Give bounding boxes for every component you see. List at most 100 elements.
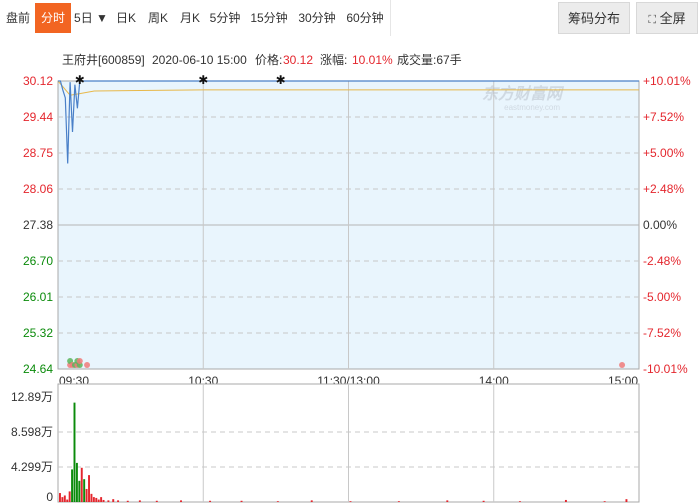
volume-bar — [310, 500, 313, 502]
volume-bar — [446, 500, 449, 502]
trade-signal-dot — [74, 362, 81, 368]
volume-bar — [518, 501, 521, 502]
percent-axis-tick: +7.52% — [643, 110, 684, 124]
volume-bar — [117, 500, 120, 502]
volume-bar — [155, 500, 158, 502]
time-axis-tick: 15:00 — [608, 374, 638, 388]
volume-axis-tick: 0 — [46, 490, 53, 503]
fullscreen-button[interactable]: ⛶ 全屏 — [636, 2, 698, 34]
percent-axis-tick: -10.01% — [643, 362, 688, 376]
tab-monthly-k[interactable]: 月K — [175, 3, 205, 33]
price-axis-tick: 28.75 — [23, 146, 53, 160]
volume-bar — [80, 467, 83, 502]
fullscreen-icon: ⛶ — [648, 14, 657, 26]
volume-bar — [68, 491, 71, 502]
price-axis-tick: 26.01 — [23, 290, 53, 304]
price-axis-tick: 25.32 — [23, 326, 53, 340]
volume-bar — [482, 500, 485, 502]
volume-plot-area — [57, 383, 640, 503]
volume-bar — [180, 500, 182, 502]
volume-bar — [97, 499, 100, 502]
volume-bar — [71, 469, 74, 502]
trade-signal-dot — [69, 362, 76, 368]
price-axis-tick: 30.12 — [23, 74, 53, 88]
trade-signal-dot — [76, 362, 83, 368]
tab-daily-k[interactable]: 日K — [112, 3, 140, 33]
tab-60-min[interactable]: 60分钟 — [343, 3, 387, 33]
fullscreen-label: 全屏 — [659, 11, 686, 26]
volume-bar — [66, 499, 69, 502]
tab-5-day[interactable]: 5日 ▼ — [72, 3, 110, 33]
stock-name: 王府井[600859] — [62, 53, 145, 67]
tab-weekly-k[interactable]: 周K — [143, 3, 173, 33]
volume-bar — [92, 497, 95, 502]
trade-signal-dot — [71, 362, 78, 368]
percent-axis-tick: +10.01% — [643, 74, 691, 88]
volume-bar — [75, 462, 78, 502]
volume-bar — [126, 500, 129, 502]
volume-bar — [625, 499, 628, 502]
chip-distribution-button[interactable]: 筹码分布 — [558, 2, 630, 34]
volume-bar — [83, 479, 86, 502]
volume-bar — [107, 500, 110, 502]
volume-bar — [78, 480, 81, 502]
price-line — [58, 80, 639, 164]
tab-pre-market[interactable]: 盘前 — [3, 3, 33, 33]
price-label: 价格: — [255, 53, 283, 67]
volume-bar — [276, 501, 279, 502]
volume-bar — [61, 497, 64, 502]
intraday-chart[interactable]: 东方财富网 eastmoney.com ✱ ✱ ✱ 30.12 29.44 28.75 2… — [0, 0, 700, 503]
volume-axis-tick: 8.598万 — [11, 425, 53, 439]
tab-5-min[interactable]: 5分钟 — [207, 3, 243, 33]
price-axis-tick: 24.64 — [23, 362, 53, 376]
trade-signal-dot — [67, 358, 74, 364]
percent-axis-tick: -5.00% — [643, 290, 681, 304]
change-label: 涨幅: — [320, 53, 348, 67]
volume-bar — [95, 497, 98, 502]
volume-bar — [240, 500, 243, 502]
volume-bar — [397, 501, 400, 502]
volume-bar — [85, 488, 88, 502]
volume-bar — [73, 402, 76, 502]
price-plot-area — [57, 80, 640, 370]
volume-bar — [564, 499, 567, 502]
trade-signal-dot — [67, 362, 74, 368]
time-axis-tick: 10:30 — [188, 374, 218, 388]
volume-bar — [100, 497, 103, 502]
volume-bar — [112, 499, 115, 502]
volume-bar — [138, 500, 141, 502]
volume-axis-tick: 12.89万 — [11, 390, 53, 404]
tab-intraday[interactable]: 分时 — [35, 3, 71, 33]
percent-axis-tick: +5.00% — [643, 146, 684, 160]
eastmoney-watermark: 东方财富网 eastmoney.com — [482, 85, 565, 112]
volume-bar — [88, 475, 90, 502]
trade-signal-dot — [76, 358, 83, 364]
volume-bar — [102, 499, 105, 502]
watermark-logo-text: 东方财富网 — [482, 85, 565, 103]
trade-signal-dot — [84, 362, 91, 368]
time-axis-tick: 14:00 — [479, 374, 509, 388]
tab-15-min[interactable]: 15分钟 — [247, 3, 291, 33]
chart-toolbar: 盘前 分时 5日 ▼ 日K 周K 月K 5分钟 15分钟 30分钟 60分钟 筹… — [0, 0, 700, 37]
trade-signal-dot — [74, 358, 81, 364]
watermark-url: eastmoney.com — [504, 103, 560, 112]
tab-30-min[interactable]: 30分钟 — [295, 3, 339, 33]
price-value: 30.12 — [283, 53, 314, 67]
average-price-line — [57, 80, 639, 96]
toolbar-divider — [390, 0, 391, 36]
event-marker-icon[interactable]: ✱ — [198, 73, 208, 87]
time-axis-tick: 11:30/13:00 — [317, 374, 380, 388]
volume-bar — [349, 501, 352, 502]
time-axis-tick: 09:30 — [59, 374, 89, 388]
volume-bar — [59, 493, 61, 502]
percent-axis-tick: +2.48% — [643, 182, 684, 196]
volume-bar — [90, 493, 93, 502]
change-value: 10.01% — [352, 53, 393, 67]
percent-axis-tick: -7.52% — [643, 326, 681, 340]
event-marker-icon[interactable]: ✱ — [276, 73, 286, 87]
percent-axis-tick: 0.00% — [643, 218, 677, 232]
volume-bar — [209, 500, 212, 502]
event-marker-icon[interactable]: ✱ — [75, 73, 85, 87]
price-axis-tick: 29.44 — [23, 110, 53, 124]
volume-value: 成交量:67手 — [397, 53, 462, 67]
